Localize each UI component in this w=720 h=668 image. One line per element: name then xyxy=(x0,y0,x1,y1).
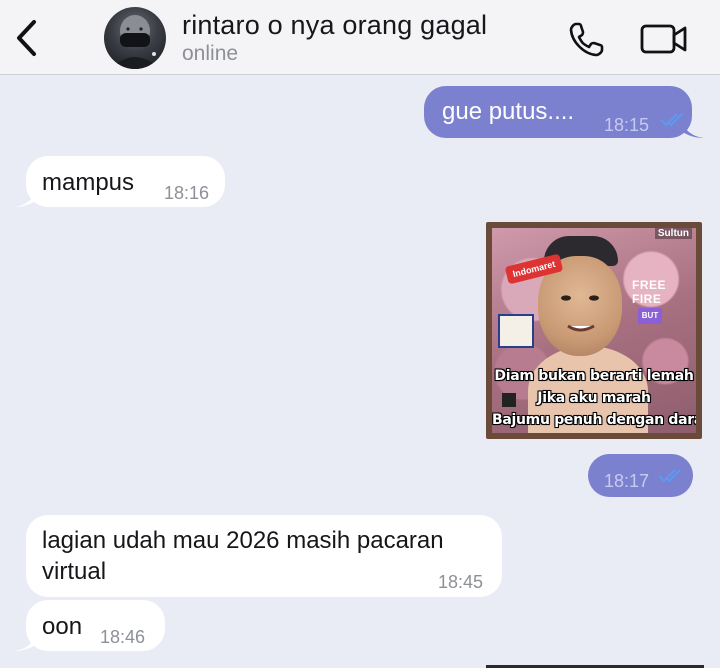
meme-caption-line: Jika aku marah xyxy=(537,390,651,406)
message-bubble-outgoing[interactable]: gue putus.... 18:15 xyxy=(424,86,704,138)
meme-image: Indomaret FREE FIRE BUT Sultun Diam buka… xyxy=(492,228,696,433)
image-time-bubble[interactable]: 18:17 xyxy=(588,454,693,497)
bubble-tail xyxy=(14,631,38,651)
message-time: 18:45 xyxy=(438,572,484,592)
message-time: 18:46 xyxy=(100,627,146,647)
message-text: lagian udah mau 2026 masih pacaran virtu… xyxy=(42,527,444,585)
message-time: 18:17 xyxy=(604,471,650,491)
message-text: gue putus.... xyxy=(442,98,575,125)
contact-name[interactable]: rintaro o nya orang gagal xyxy=(182,10,487,41)
message-text: oon xyxy=(42,613,83,640)
meme-caption-line: Bajumu penuh dengan darah xyxy=(492,412,696,428)
watermark: Sultun xyxy=(654,228,692,239)
chevron-left-icon xyxy=(17,20,36,56)
message-bubble-incoming[interactable]: oon 18:46 xyxy=(14,600,165,651)
message-bubble-incoming[interactable]: lagian udah mau 2026 masih pacaran virtu… xyxy=(26,515,502,597)
message-time: 18:15 xyxy=(604,115,650,135)
video-camera-icon xyxy=(640,24,687,54)
read-receipt-icon xyxy=(658,469,681,483)
avatar[interactable] xyxy=(104,7,166,69)
meme-caption-line: Diam bukan berarti lemah xyxy=(494,368,694,384)
sticker-card xyxy=(498,314,534,348)
contact-status: online xyxy=(182,42,239,65)
game-logo: FREE FIRE xyxy=(632,278,667,306)
back-button[interactable] xyxy=(10,18,46,58)
message-text: mampus xyxy=(42,169,135,196)
image-message[interactable]: Indomaret FREE FIRE BUT Sultun Diam buka… xyxy=(486,222,702,439)
message-time: 18:16 xyxy=(164,183,210,203)
phone-icon xyxy=(569,22,604,57)
badge: BUT xyxy=(638,308,662,324)
message-bubble-incoming[interactable]: mampus 18:16 xyxy=(14,156,225,207)
video-call-button[interactable] xyxy=(638,18,690,60)
bubble-tail xyxy=(680,118,704,138)
avatar-image xyxy=(110,15,160,69)
bubble-tail xyxy=(14,187,38,207)
chat-header: rintaro o nya orang gagal online xyxy=(0,0,720,75)
call-button[interactable] xyxy=(566,18,608,60)
